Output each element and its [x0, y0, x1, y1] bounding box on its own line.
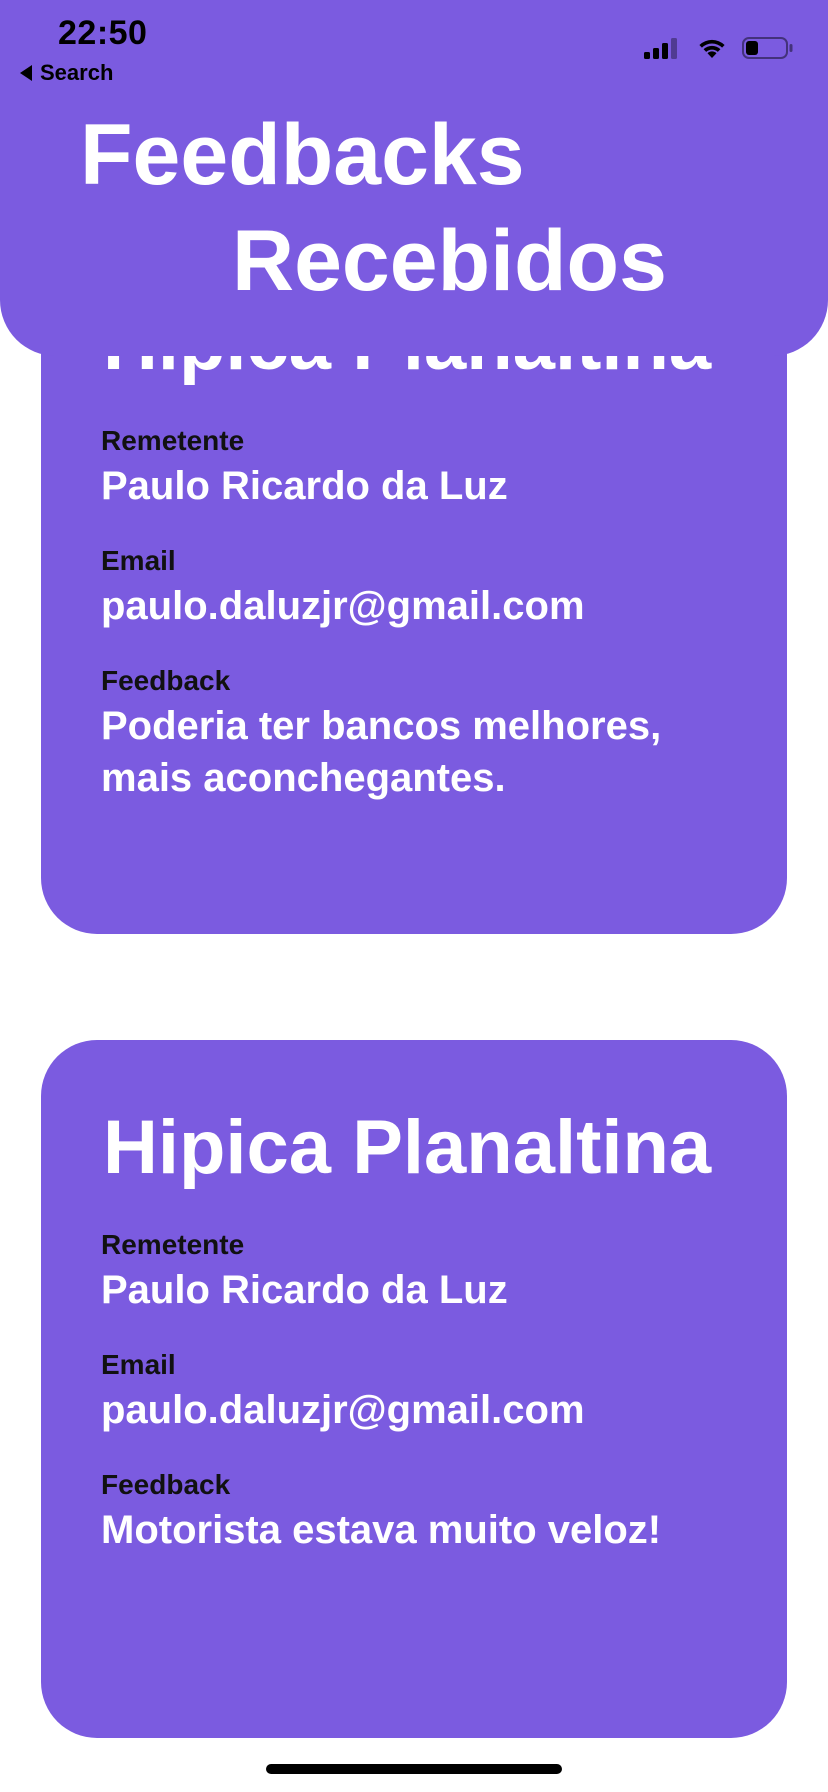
- sender-label: Remetente: [101, 425, 245, 456]
- email-value: paulo.daluzjr@gmail.com: [101, 583, 585, 628]
- sender-value: Paulo Ricardo da Luz: [101, 1267, 508, 1312]
- email-field: Email paulo.daluzjr@gmail.com: [101, 1348, 741, 1436]
- card-title: Hipica Planaltina: [103, 1105, 712, 1190]
- feedback-label: Feedback: [101, 1469, 231, 1500]
- status-icons: [644, 36, 794, 65]
- feedback-value: Motorista estava muito veloz!: [101, 1507, 662, 1552]
- feedback-field: Feedback Motorista estava muito veloz!: [101, 1468, 741, 1556]
- email-value: paulo.daluzjr@gmail.com: [101, 1387, 585, 1432]
- sender-value: Paulo Ricardo da Luz: [101, 463, 508, 508]
- feedback-value: Poderia ter bancos melhores, mais aconch…: [101, 703, 662, 800]
- home-indicator[interactable]: [266, 1764, 562, 1774]
- back-arrow-icon: [20, 65, 32, 81]
- email-field: Email paulo.daluzjr@gmail.com: [101, 544, 741, 632]
- sender-field: Remetente Paulo Ricardo da Luz: [101, 1228, 741, 1316]
- feedback-field: Feedback Poderia ter bancos melhores, ma…: [101, 664, 741, 804]
- sender-field: Remetente Paulo Ricardo da Luz: [101, 424, 741, 512]
- feedback-label: Feedback: [101, 665, 231, 696]
- wifi-icon: [696, 36, 728, 65]
- header: 22:50 Search Feedbacks Recebidos: [0, 0, 828, 356]
- page-title-line-2: Recebidos: [232, 213, 667, 309]
- back-label: Search: [40, 60, 114, 85]
- feedback-card[interactable]: Hipica Planaltina Remetente Paulo Ricard…: [41, 1040, 787, 1738]
- back-to-search-link[interactable]: Search: [20, 60, 113, 86]
- sender-label: Remetente: [101, 1229, 245, 1260]
- cellular-signal-icon: [644, 37, 682, 64]
- status-time: 22:50: [58, 14, 148, 52]
- feedbacks-screen: Hipica Planaltina Remetente Paulo Ricard…: [0, 0, 828, 1792]
- battery-icon: [742, 36, 794, 65]
- email-label: Email: [101, 1349, 176, 1380]
- page-title-line-1: Feedbacks: [80, 107, 525, 203]
- email-label: Email: [101, 545, 176, 576]
